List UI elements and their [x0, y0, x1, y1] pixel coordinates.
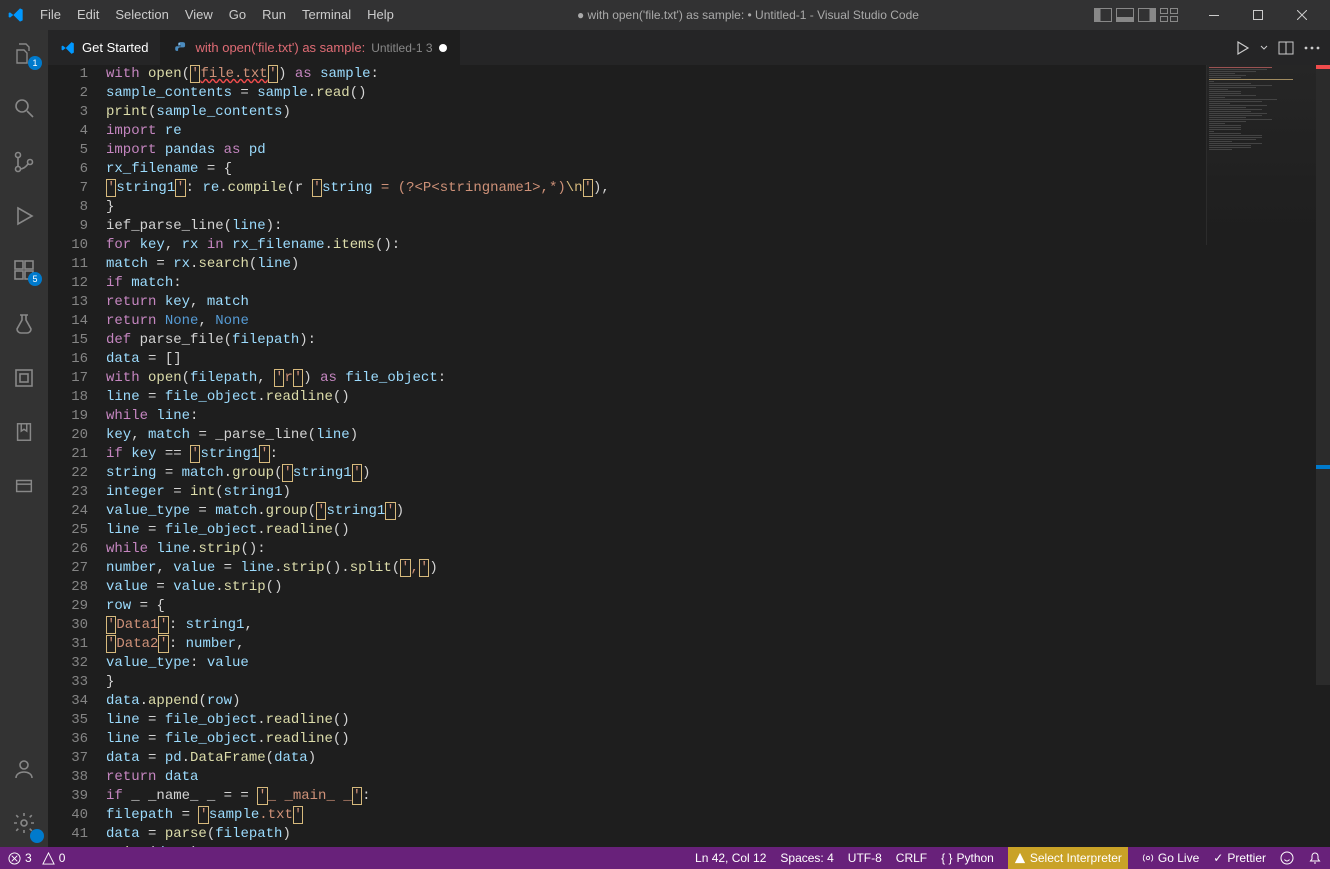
tab-untitled-1[interactable]: with open('file.txt') as sample: Untitle… [161, 30, 459, 65]
titlebar: File Edit Selection View Go Run Terminal… [0, 0, 1330, 30]
window-title: ● with open('file.txt') as sample: • Unt… [402, 8, 1094, 22]
activity-accounts[interactable] [0, 751, 48, 787]
run-button[interactable] [1234, 40, 1250, 56]
menu-help[interactable]: Help [359, 0, 402, 30]
menu-view[interactable]: View [177, 0, 221, 30]
run-dropdown-icon[interactable] [1260, 44, 1268, 52]
customize-layout-icon[interactable] [1160, 8, 1178, 22]
maximize-button[interactable] [1236, 0, 1280, 30]
toggle-panel-icon[interactable] [1116, 8, 1134, 22]
editor-area: Get Started with open('file.txt') as sam… [48, 30, 1330, 847]
status-select-interpreter[interactable]: Select Interpreter [1008, 847, 1128, 869]
toggle-secondary-sidebar-icon[interactable] [1138, 8, 1156, 22]
layout-icons [1094, 8, 1182, 22]
status-notifications-icon[interactable] [1308, 851, 1322, 865]
toggle-primary-sidebar-icon[interactable] [1094, 8, 1112, 22]
activity-settings[interactable] [0, 805, 48, 841]
editor-scrollbar[interactable] [1316, 65, 1330, 847]
code-content[interactable]: with open('file.txt') as sample:sample_c… [106, 65, 1330, 847]
menu-bar: File Edit Selection View Go Run Terminal… [32, 0, 402, 30]
titlebar-left: File Edit Selection View Go Run Terminal… [0, 0, 402, 30]
settings-update-badge [30, 829, 44, 843]
dirty-indicator-icon [439, 44, 447, 52]
minimize-button[interactable] [1192, 0, 1236, 30]
main: 1 5 [0, 30, 1330, 847]
status-language[interactable]: { }Python [941, 851, 994, 865]
activity-explorer[interactable]: 1 [0, 36, 48, 72]
vscode-icon [60, 40, 76, 56]
tab-meta: Untitled-1 3 [371, 41, 432, 55]
titlebar-right [1094, 0, 1330, 30]
activity-bookmarks[interactable] [0, 414, 48, 450]
menu-edit[interactable]: Edit [69, 0, 107, 30]
scroll-error-marker [1316, 65, 1330, 69]
scroll-selection-marker [1316, 465, 1330, 469]
tab-label: with open('file.txt') as sample: [195, 40, 365, 55]
vscode-logo-icon [8, 7, 24, 23]
scrollbar-thumb[interactable] [1316, 65, 1330, 685]
activity-project-manager[interactable] [0, 468, 48, 504]
activity-run-debug[interactable] [0, 198, 48, 234]
status-eol[interactable]: CRLF [896, 851, 927, 865]
tab-get-started[interactable]: Get Started [48, 30, 161, 65]
tab-label: Get Started [82, 40, 148, 55]
editor-tabs: Get Started with open('file.txt') as sam… [48, 30, 1330, 65]
minimap[interactable] [1206, 65, 1316, 245]
activity-source-control[interactable] [0, 144, 48, 180]
statusbar: 3 0 Ln 42, Col 12 Spaces: 4 UTF-8 CRLF {… [0, 847, 1330, 869]
menu-terminal[interactable]: Terminal [294, 0, 359, 30]
status-indentation[interactable]: Spaces: 4 [780, 851, 833, 865]
status-prettier[interactable]: ✓Prettier [1213, 851, 1266, 865]
menu-file[interactable]: File [32, 0, 69, 30]
status-feedback-icon[interactable] [1280, 851, 1294, 865]
editor-body[interactable]: 1234567891011121314151617181920212223242… [48, 65, 1330, 847]
editor-actions [1224, 30, 1330, 65]
status-errors[interactable]: 3 0 [8, 851, 65, 865]
window-controls [1192, 0, 1324, 30]
more-actions-icon[interactable] [1304, 46, 1320, 50]
python-icon [173, 40, 189, 56]
split-editor-icon[interactable] [1278, 40, 1294, 56]
activity-search[interactable] [0, 90, 48, 126]
activity-bar: 1 5 [0, 30, 48, 847]
activity-references[interactable] [0, 360, 48, 396]
close-button[interactable] [1280, 0, 1324, 30]
line-gutter: 1234567891011121314151617181920212223242… [48, 65, 106, 847]
menu-run[interactable]: Run [254, 0, 294, 30]
extensions-badge: 5 [28, 272, 42, 286]
status-cursor-position[interactable]: Ln 42, Col 12 [695, 851, 766, 865]
activity-testing[interactable] [0, 306, 48, 342]
explorer-badge: 1 [28, 56, 42, 70]
menu-selection[interactable]: Selection [107, 0, 176, 30]
status-go-live[interactable]: Go Live [1142, 851, 1199, 865]
status-encoding[interactable]: UTF-8 [848, 851, 882, 865]
menu-go[interactable]: Go [221, 0, 254, 30]
activity-extensions[interactable]: 5 [0, 252, 48, 288]
